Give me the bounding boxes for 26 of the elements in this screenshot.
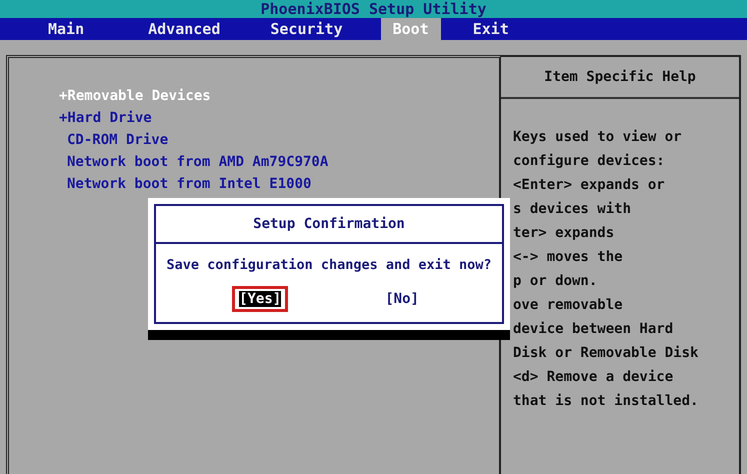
- help-text-line: p or down.: [513, 272, 598, 291]
- dialog-button[interactable]: [No]: [378, 286, 426, 312]
- boot-device-item[interactable]: +Hard Drive: [59, 108, 499, 128]
- help-text-line: Disk or Removable Disk: [513, 344, 700, 363]
- help-title: Item Specific Help: [544, 69, 696, 85]
- boot-device-item[interactable]: CD-ROM Drive: [59, 130, 499, 150]
- help-text-line: device between Hard: [513, 320, 674, 339]
- help-text-line: ove removable: [513, 296, 624, 315]
- menu-tab[interactable]: Advanced: [136, 18, 232, 40]
- help-text-line: configure devices:: [513, 152, 666, 171]
- help-text-line: Keys used to view or: [513, 128, 683, 147]
- help-text-line: <-> moves the: [513, 248, 624, 267]
- boot-device-item[interactable]: Network boot from AMD Am79C970A: [59, 152, 499, 172]
- menu-tab[interactable]: Security: [258, 18, 355, 40]
- help-text-line: ter> expands: [513, 224, 616, 243]
- menu-tab[interactable]: Exit: [460, 18, 521, 40]
- dialog-button[interactable]: [Yes]: [232, 286, 288, 312]
- help-text-line: s devices with: [513, 200, 632, 219]
- dialog-message: Save configuration changes and exit now?: [165, 256, 493, 275]
- help-text-line: that is not installed.: [513, 392, 700, 411]
- menu-tab[interactable]: Main: [36, 18, 96, 40]
- boot-device-item[interactable]: Network boot from Intel E1000: [59, 174, 499, 194]
- help-text-line: <Enter> expands or: [513, 176, 666, 195]
- help-text-line: <d> Remove a device: [513, 368, 674, 387]
- dialog-title: Setup Confirmation: [253, 216, 405, 232]
- window-title: PhoenixBIOS Setup Utility: [0, 0, 747, 18]
